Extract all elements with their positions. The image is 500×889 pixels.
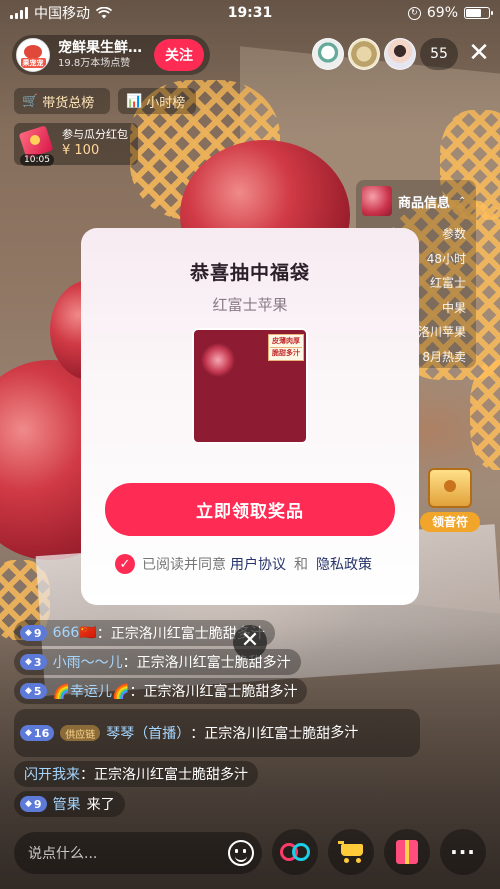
gift-icon bbox=[396, 840, 418, 864]
chat-content: 正宗洛川红富士脆甜 bbox=[204, 726, 331, 742]
claim-prize-button[interactable]: 立即领取奖品 bbox=[105, 483, 395, 536]
voucher-label: 领音符 bbox=[420, 512, 480, 532]
sales-rank-tab[interactable]: 🛒 带货总榜 bbox=[14, 88, 110, 114]
viewer-avatar[interactable] bbox=[348, 38, 380, 70]
diamond-icon: ◆ bbox=[25, 799, 32, 809]
viewer-count[interactable]: 55 bbox=[420, 38, 458, 70]
chat-username[interactable]: 666🇨🇳 bbox=[53, 625, 97, 641]
shopping-cart-button[interactable] bbox=[328, 829, 374, 875]
more-dots-icon: ··· bbox=[450, 840, 476, 864]
prize-name: 红富士苹果 bbox=[212, 296, 288, 314]
treasure-chest-icon bbox=[428, 468, 472, 508]
chat-content: 来了 bbox=[86, 797, 115, 813]
red-packet-widget[interactable]: 10:05 参与瓜分红包 ¥ 100 bbox=[14, 123, 138, 166]
battery-icon bbox=[464, 7, 493, 19]
signal-icon bbox=[10, 7, 28, 19]
level-badge: ◆ 9 bbox=[20, 796, 47, 812]
voucher-widget[interactable]: 领音符 bbox=[420, 468, 480, 536]
chat-content: 正宗洛川红富士脆甜多汁 bbox=[136, 655, 291, 671]
diamond-icon: ◆ bbox=[25, 628, 32, 638]
red-packet-title: 参与瓜分红包 bbox=[62, 128, 128, 142]
user-agreement-link[interactable]: 用户协议 bbox=[230, 554, 286, 574]
level-badge: ◆ 5 bbox=[20, 683, 47, 699]
chat-message[interactable]: ◆ 16 供应链 琴琴（首播） ： 正宗洛川红富士脆甜 多汁 bbox=[14, 709, 420, 757]
level-badge: ◆ 16 bbox=[20, 725, 55, 741]
gift-button[interactable] bbox=[384, 829, 430, 875]
cart-icon: 🛒 bbox=[22, 93, 39, 109]
comment-input[interactable]: 说点什么... bbox=[14, 832, 262, 874]
chat-message[interactable]: ◆ 9 管果 来了 bbox=[14, 791, 125, 817]
emoji-icon[interactable] bbox=[228, 840, 254, 866]
wifi-icon bbox=[96, 7, 112, 19]
modal-close-button[interactable]: ✕ bbox=[233, 625, 267, 659]
host-avatar[interactable]: 果宠宠 bbox=[16, 38, 50, 72]
link-icon bbox=[280, 843, 310, 861]
chat-username[interactable]: 闪开我来 bbox=[24, 764, 80, 784]
diamond-icon: ◆ bbox=[25, 657, 32, 667]
lucky-bag-modal: 恭喜抽中福袋 红富士苹果 皮薄肉厚 脆甜多汁 立即领取奖品 ✓ 已阅读并同意 用… bbox=[81, 228, 419, 605]
privacy-policy-link[interactable]: 隐私政策 bbox=[316, 554, 372, 574]
chat-username[interactable]: 小雨～～儿 bbox=[53, 652, 123, 672]
and-text: 和 bbox=[294, 557, 308, 573]
comment-placeholder: 说点什么... bbox=[28, 846, 98, 862]
host-name: 宠鲜果生鲜… bbox=[58, 40, 142, 56]
more-button[interactable]: ··· bbox=[440, 829, 486, 875]
chat-content: 正宗洛川红富士脆甜多汁 bbox=[94, 767, 248, 783]
checkbox-checked-icon[interactable]: ✓ bbox=[115, 554, 135, 574]
close-icon[interactable]: ✕ bbox=[466, 40, 492, 66]
chat-message[interactable]: 闪开我来 ： 正宗洛川红富士脆甜多汁 bbox=[14, 761, 258, 787]
viewer-avatar[interactable] bbox=[384, 38, 416, 70]
bar-chart-icon: 📊 bbox=[126, 93, 143, 109]
diamond-icon: ◆ bbox=[25, 686, 32, 696]
viewer-avatar[interactable] bbox=[312, 38, 344, 70]
prize-tag: 皮薄肉厚 脆甜多汁 bbox=[268, 334, 304, 361]
status-bar: 中国移动 19:31 ↻ 69% bbox=[0, 0, 500, 26]
product-panel-title: 商品信息 bbox=[398, 195, 451, 211]
red-packet-countdown: 10:05 bbox=[20, 154, 54, 166]
chat-username[interactable]: 🌈幸运儿🌈 bbox=[53, 681, 130, 701]
level-badge: ◆ 9 bbox=[20, 625, 47, 641]
red-packet-amount: ¥ 100 bbox=[62, 142, 100, 158]
chevron-up-icon[interactable]: ⌃ bbox=[458, 196, 466, 207]
connect-button[interactable] bbox=[272, 829, 318, 875]
chat-content: 正宗洛川红富士脆甜多汁 bbox=[143, 684, 298, 700]
host-likes: 19.8万本场点赞 bbox=[58, 58, 131, 69]
viewer-avatars[interactable] bbox=[312, 38, 416, 70]
modal-title: 恭喜抽中福袋 bbox=[189, 262, 310, 284]
orientation-lock-icon: ↻ bbox=[407, 6, 421, 20]
prize-image: 皮薄肉厚 脆甜多汁 bbox=[192, 328, 308, 444]
rank-label: 小时榜 bbox=[146, 95, 186, 111]
agree-text: 已阅读并同意 bbox=[142, 557, 226, 573]
rank-label: 带货总榜 bbox=[42, 95, 95, 111]
diamond-icon: ◆ bbox=[25, 728, 32, 738]
chat-username[interactable]: 琴琴（首播） bbox=[106, 723, 190, 743]
supply-chain-badge: 供应链 bbox=[60, 725, 101, 741]
chat-message[interactable]: ◆ 5 🌈幸运儿🌈 ： 正宗洛川红富士脆甜多汁 bbox=[14, 678, 308, 704]
shopping-cart-icon bbox=[338, 841, 364, 863]
chat-content-continued: 多汁 bbox=[330, 725, 359, 741]
agreement-row: ✓ 已阅读并同意 用户协议 和 隐私政策 bbox=[115, 554, 372, 574]
product-thumbnail bbox=[362, 186, 392, 216]
battery-percent: 69% bbox=[426, 5, 458, 21]
level-badge: ◆ 3 bbox=[20, 654, 47, 670]
follow-button[interactable]: 关注 bbox=[154, 39, 204, 71]
hourly-rank-tab[interactable]: 📊 小时榜 bbox=[118, 88, 196, 114]
carrier-label: 中国移动 bbox=[34, 6, 90, 22]
chat-username[interactable]: 管果 bbox=[53, 794, 81, 814]
